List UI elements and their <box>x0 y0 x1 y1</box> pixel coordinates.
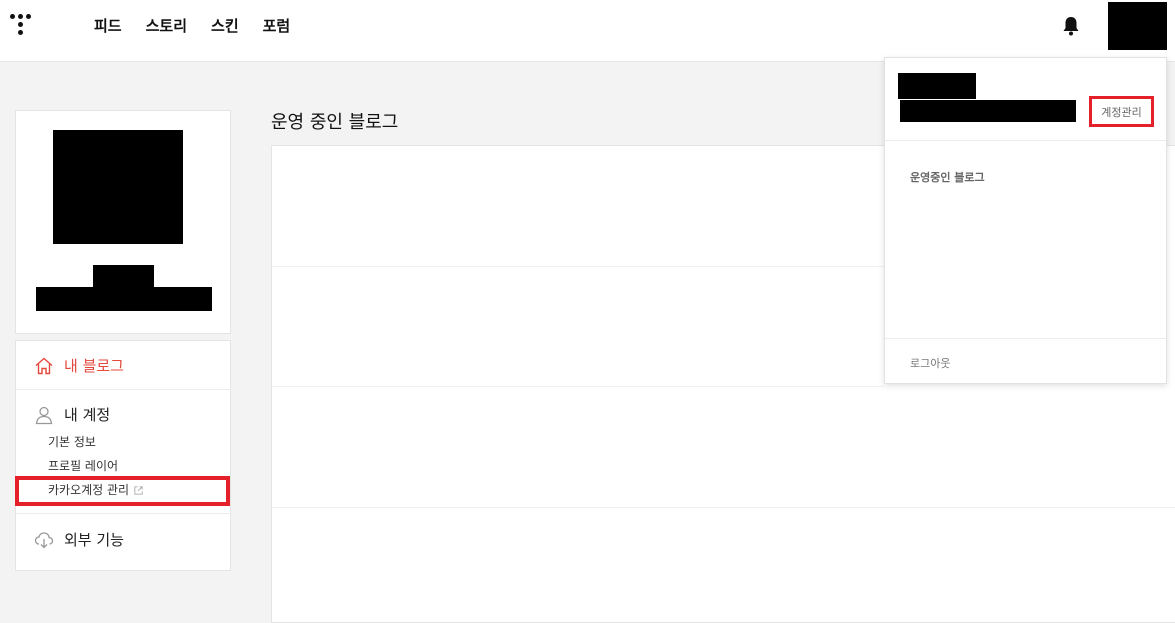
row-divider <box>272 507 1175 508</box>
menu-my-account[interactable]: 내 계정 <box>16 404 230 425</box>
cloud-download-icon <box>34 531 54 548</box>
kakao-account-highlight <box>15 476 230 506</box>
profile-email <box>36 287 212 311</box>
menu-divider <box>16 389 230 390</box>
menu-divider <box>16 513 230 514</box>
menu-external-label: 외부 기능 <box>64 531 124 549</box>
nav-skin[interactable]: 스킨 <box>211 16 239 36</box>
user-icon <box>35 406 53 424</box>
profile-image <box>53 130 183 244</box>
page-title: 운영 중인 블로그 <box>271 112 399 133</box>
menu-my-blog[interactable]: 내 블로그 <box>16 355 230 376</box>
account-menu: 내 블로그 내 계정 외부 기능 <box>15 340 231 571</box>
logout-link[interactable]: 로그아웃 <box>910 355 950 371</box>
dropdown-email <box>900 100 1076 122</box>
manage-account-button[interactable]: 계정관리 <box>1089 96 1154 127</box>
profile-nickname <box>93 265 154 288</box>
main-nav: 피드 스토리 스킨 포럼 <box>94 16 290 36</box>
dropdown-divider <box>885 140 1166 141</box>
menu-my-account-label: 내 계정 <box>64 406 111 424</box>
dropdown-divider <box>885 338 1166 339</box>
bell-icon[interactable] <box>1062 16 1080 36</box>
row-divider <box>272 386 884 387</box>
menu-external[interactable]: 외부 기능 <box>16 529 230 550</box>
dropdown-blogs-label: 운영중인 블로그 <box>910 171 985 184</box>
dropdown-nickname <box>898 73 976 99</box>
tistory-logo-icon[interactable] <box>10 12 36 38</box>
nav-forum[interactable]: 포럼 <box>263 16 291 36</box>
row-divider <box>272 266 884 267</box>
top-bar: 피드 스토리 스킨 포럼 <box>0 0 1175 62</box>
home-icon <box>35 357 53 374</box>
profile-avatar-button[interactable] <box>1108 2 1167 50</box>
nav-story[interactable]: 스토리 <box>146 16 187 36</box>
menu-my-blog-label: 내 블로그 <box>64 357 124 375</box>
nav-feed[interactable]: 피드 <box>94 16 122 36</box>
menu-basic-info[interactable]: 기본 정보 <box>48 434 96 450</box>
menu-profile-layer[interactable]: 프로필 레이어 <box>48 458 118 474</box>
